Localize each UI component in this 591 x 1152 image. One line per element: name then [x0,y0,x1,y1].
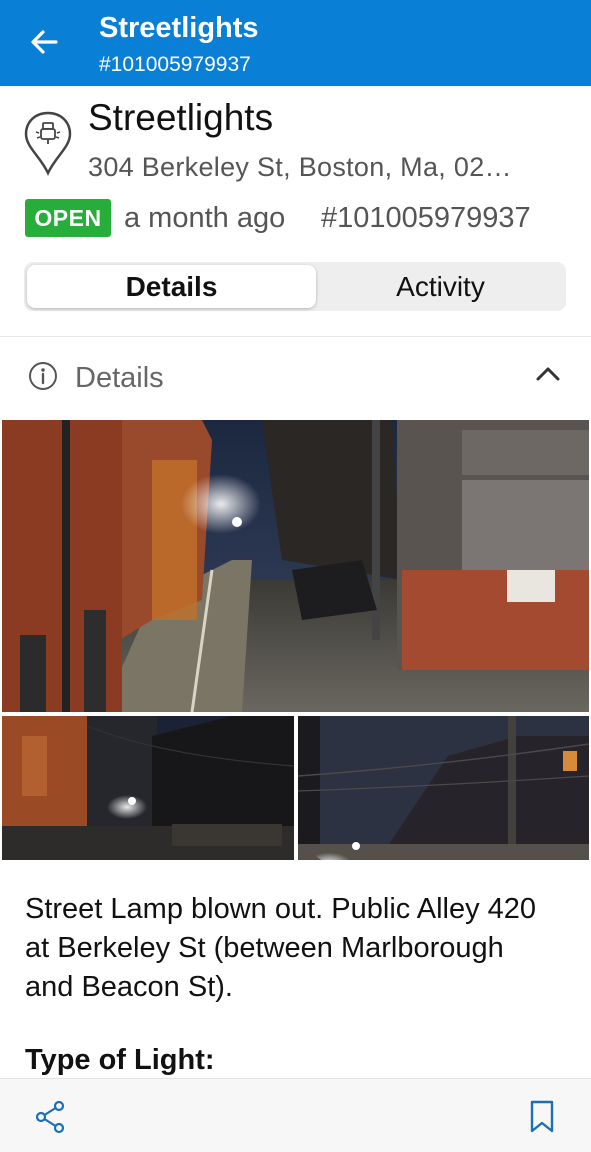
tab-activity[interactable]: Activity [317,265,564,308]
request-photo-3[interactable] [298,716,589,860]
app-bar: Streetlights #101005979937 [0,0,591,86]
status-badge: OPEN [25,199,111,237]
request-number: #101005979937 [321,202,531,234]
request-photo-2[interactable] [2,716,294,860]
share-icon[interactable] [34,1100,66,1134]
details-activity-toggle: Details Activity [24,262,566,311]
info-icon [29,362,57,390]
request-title: Streetlights [88,97,274,138]
request-address: 304 Berkeley St, Boston, Ma, 02… [88,152,512,182]
bottom-action-bar [0,1078,591,1152]
bookmark-icon[interactable] [529,1100,555,1134]
tab-details[interactable]: Details [27,265,316,308]
app-bar-title: Streetlights [99,12,259,44]
request-photo-main[interactable] [2,420,589,712]
request-time: a month ago [124,202,286,234]
details-section-label[interactable]: Details [75,362,164,395]
request-description: Street Lamp blown out. Public Alley 420 … [25,893,537,1003]
app-bar-subtitle: #101005979937 [99,53,251,76]
back-arrow-icon[interactable] [26,24,62,60]
location-pin-icon [24,111,72,176]
type-of-light-label: Type of Light: [25,1044,215,1076]
chevron-up-icon[interactable] [534,363,562,383]
divider [0,336,591,337]
